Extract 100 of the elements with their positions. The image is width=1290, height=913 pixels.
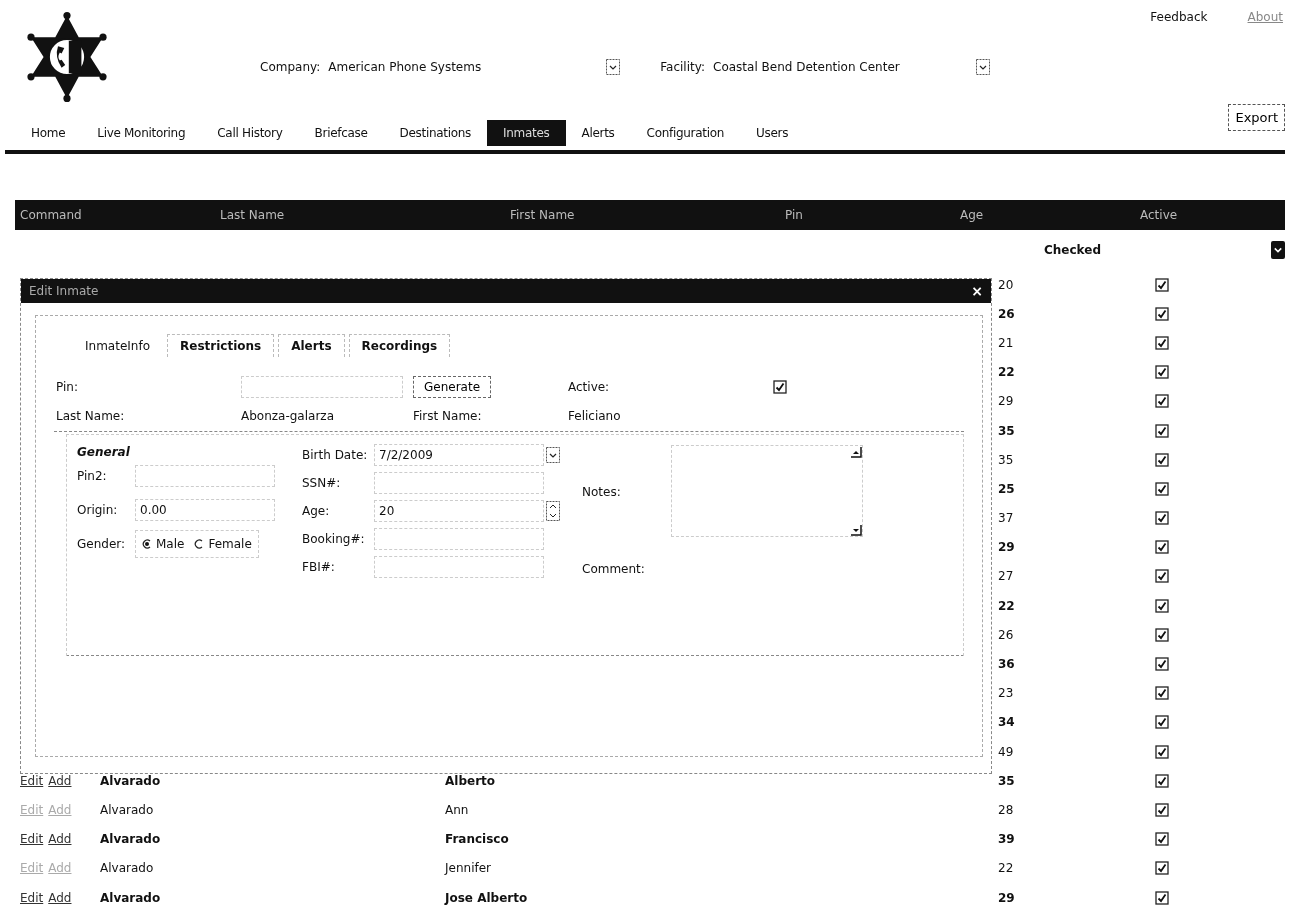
checkbox[interactable]	[1155, 744, 1169, 759]
checkbox[interactable]	[1155, 890, 1169, 905]
command-link[interactable]: Edit	[20, 832, 44, 847]
checkbox[interactable]	[1155, 715, 1169, 730]
table-cell-text: Alvarado	[100, 861, 155, 876]
field-label: Pin:	[56, 380, 79, 394]
checkbox[interactable]	[1155, 335, 1169, 350]
checkbox[interactable]	[773, 380, 787, 394]
calendar-dropdown-icon[interactable]	[546, 447, 560, 463]
nav-tab[interactable]: Users	[740, 120, 805, 146]
company-select[interactable]: American Phone Systems	[328, 60, 599, 74]
checkbox[interactable]	[1155, 861, 1169, 876]
origin-field[interactable]: 0.00	[135, 499, 275, 521]
nav-tab[interactable]: Live Monitoring	[81, 120, 202, 146]
field-label: Gender:	[77, 537, 127, 551]
generate-button[interactable]: Generate	[413, 376, 492, 398]
checkbox[interactable]	[1155, 832, 1169, 847]
checkbox[interactable]	[1155, 598, 1169, 613]
active-filter-select[interactable]: Checked	[1044, 243, 1101, 257]
nav-tab[interactable]: Destinations	[383, 120, 488, 146]
table-cell-text: 22	[998, 365, 1016, 380]
dialog-tab[interactable]: Restrictions	[167, 334, 275, 357]
table-cell-text: Alvarado	[100, 890, 162, 905]
checkbox[interactable]	[1155, 277, 1169, 292]
field-label: FBI#:	[302, 560, 336, 574]
command-link[interactable]: Edit	[20, 890, 44, 905]
nav-tab[interactable]: Briefcase	[298, 120, 384, 146]
dialog-title: Edit Inmate	[29, 284, 99, 298]
column-header: Last Name	[220, 208, 286, 222]
notes-field[interactable]	[670, 445, 863, 537]
field-label: Comment:	[582, 562, 646, 576]
table-cell-text: Ann	[445, 802, 470, 817]
last-name-value: Abonza-galarza	[241, 409, 335, 423]
column-header: Command	[20, 208, 83, 222]
table-cell-text: 35	[998, 423, 1016, 438]
nav-tab[interactable]: Call History	[201, 120, 299, 146]
scroll-down-icon[interactable]	[849, 524, 862, 536]
table-cell-text: 25	[998, 481, 1016, 496]
table-cell-text: 20	[998, 277, 1015, 292]
caret-icon[interactable]	[976, 59, 990, 75]
checkbox[interactable]	[1155, 306, 1169, 321]
checkbox[interactable]	[1155, 481, 1169, 496]
checkbox[interactable]	[1155, 773, 1169, 788]
checkbox[interactable]	[1155, 452, 1169, 467]
pin2-field[interactable]	[135, 465, 275, 487]
spinner-icon[interactable]	[546, 501, 560, 521]
field-label: Origin:	[77, 503, 119, 517]
birth-date-field[interactable]: 7/2/2009	[374, 444, 544, 466]
checkbox[interactable]	[1155, 802, 1169, 817]
nav-tab[interactable]: Configuration	[630, 120, 741, 146]
ssn-field[interactable]	[374, 472, 544, 494]
checkbox[interactable]	[1155, 394, 1169, 409]
command-link[interactable]: Edit	[20, 773, 44, 788]
dialog-tab[interactable]: Alerts	[278, 334, 345, 357]
caret-icon[interactable]	[606, 59, 621, 75]
table-cell-text: Jose Alberto	[445, 890, 529, 905]
facility-label: Facility:	[660, 60, 705, 74]
scroll-up-icon[interactable]	[849, 446, 862, 458]
caret-icon	[1274, 246, 1282, 254]
radio-button[interactable]	[142, 539, 152, 549]
group-title: General	[77, 445, 131, 459]
checkbox[interactable]	[1155, 511, 1169, 526]
age-field[interactable]: 20	[374, 500, 544, 522]
table-cell-text: 27	[998, 569, 1015, 584]
column-header: Active	[1140, 208, 1179, 222]
command-link[interactable]: Add	[48, 832, 72, 847]
company-label: Company:	[260, 60, 321, 74]
table-cell-text: 22	[998, 598, 1016, 613]
fbi-field[interactable]	[374, 556, 544, 578]
nav-tab[interactable]: Alerts	[565, 120, 631, 146]
field-label: First Name:	[413, 409, 483, 423]
table-cell-text: 23	[998, 686, 1015, 701]
table-cell-text: 35	[998, 452, 1015, 467]
command-link[interactable]: Add	[48, 890, 72, 905]
close-button[interactable]: ×	[971, 283, 983, 299]
dialog-tab[interactable]: Recordings	[348, 334, 451, 357]
export-button[interactable]: Export	[1228, 104, 1285, 131]
command-link[interactable]: Add	[48, 773, 72, 788]
facility-select[interactable]: Coastal Bend Detention Center	[713, 60, 968, 74]
dropdown-button[interactable]	[1271, 241, 1285, 259]
checkbox[interactable]	[1155, 365, 1169, 380]
field-label: Pin2:	[77, 469, 108, 483]
field-label: SSN#:	[302, 476, 342, 490]
table-cell-text: 36	[998, 657, 1016, 672]
header-link[interactable]: About	[1247, 10, 1283, 24]
booking-field[interactable]	[374, 528, 544, 550]
dialog-tab[interactable]: InmateInfo	[72, 334, 163, 357]
checkbox[interactable]	[1155, 627, 1169, 642]
pin-field[interactable]	[241, 376, 403, 398]
table-cell-text: 37	[998, 511, 1015, 526]
checkbox[interactable]	[1155, 423, 1169, 438]
nav-tab[interactable]: Home	[15, 120, 82, 146]
header-link[interactable]: Feedback	[1150, 10, 1208, 24]
radio-button[interactable]	[194, 539, 205, 549]
checkbox[interactable]	[1155, 686, 1169, 701]
checkbox[interactable]	[1155, 657, 1169, 672]
checkbox[interactable]	[1155, 540, 1169, 555]
checkbox[interactable]	[1155, 569, 1169, 584]
table-cell-text: 28	[998, 802, 1015, 817]
nav-tab[interactable]: Inmates	[487, 120, 566, 146]
